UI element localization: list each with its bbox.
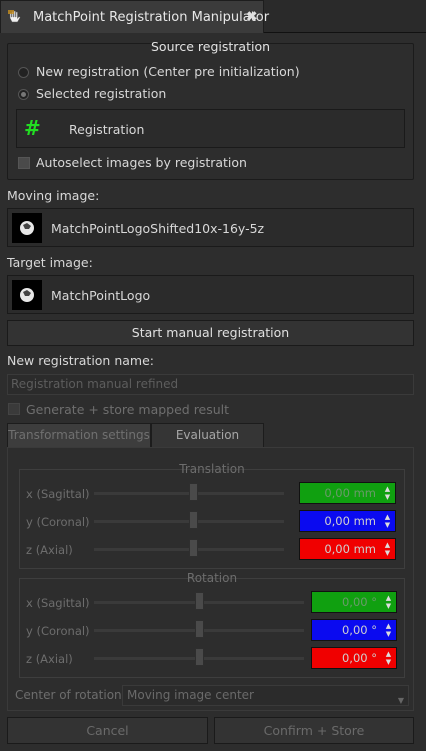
- center-of-rotation-label: Center of rotation:: [15, 688, 126, 702]
- spin-arrows-icon[interactable]: ▲ ▼: [384, 650, 393, 666]
- translation-x-slider[interactable]: [189, 483, 198, 501]
- transformation-panel: Translation x (Sagittal) 0,00 mm ▲ ▼ y (C…: [7, 447, 414, 711]
- rotation-z-spinbox[interactable]: 0,00 ° ▲ ▼: [311, 647, 397, 669]
- tab-transformation-settings[interactable]: Transformation settings: [7, 423, 151, 448]
- translation-y-value: 0,00 mm: [324, 514, 376, 528]
- window-tab[interactable]: MatchPoint Registration Manipulator ✖: [0, 0, 269, 33]
- translation-title: Translation: [179, 462, 245, 476]
- moving-image-name: MatchPointLogoShifted10x-16y-5z: [51, 221, 265, 236]
- target-image-name: MatchPointLogo: [51, 288, 151, 303]
- rotation-x-spinbox[interactable]: 0,00 ° ▲ ▼: [311, 591, 397, 613]
- confirm-store-button[interactable]: Confirm + Store: [214, 717, 414, 744]
- translation-x-label: x (Sagittal): [26, 487, 90, 501]
- target-image-thumbnail: [12, 280, 42, 310]
- title-bar: MatchPoint Registration Manipulator ✖: [0, 0, 426, 33]
- start-manual-registration-button[interactable]: Start manual registration: [7, 320, 414, 346]
- center-of-rotation-combo[interactable]: Moving image center ▼: [122, 685, 409, 706]
- translation-x-value: 0,00 mm: [324, 486, 376, 500]
- translation-y-label: y (Coronal): [26, 515, 90, 529]
- spin-arrows-icon[interactable]: ▲ ▼: [384, 594, 393, 610]
- translation-y-spinbox[interactable]: 0,00 mm ▲ ▼: [299, 510, 396, 532]
- spin-arrows-icon[interactable]: ▲ ▼: [384, 622, 393, 638]
- close-icon[interactable]: ✖: [246, 9, 258, 25]
- translation-z-value: 0,00 mm: [324, 542, 376, 556]
- moving-image-thumbnail: [12, 213, 42, 243]
- cancel-button[interactable]: Cancel: [7, 717, 208, 744]
- registration-hash-icon: #: [24, 116, 41, 140]
- translation-z-slider[interactable]: [189, 539, 198, 557]
- rotation-x-slider[interactable]: [195, 592, 204, 610]
- rotation-group: Rotation x (Sagittal) 0,00 ° ▲ ▼ y (Coron…: [19, 571, 405, 678]
- rotation-y-label: y (Coronal): [26, 624, 90, 638]
- window-title: MatchPoint Registration Manipulator: [33, 10, 270, 25]
- translation-group: Translation x (Sagittal) 0,00 mm ▲ ▼ y (C…: [19, 462, 405, 569]
- logo-icon: [20, 288, 34, 302]
- translation-z-spinbox[interactable]: 0,00 mm ▲ ▼: [299, 538, 396, 560]
- moving-image-label: Moving image:: [7, 188, 100, 203]
- translation-y-slider[interactable]: [189, 511, 198, 529]
- moving-image-selector[interactable]: MatchPointLogoShifted10x-16y-5z: [7, 208, 414, 247]
- generate-result-checkbox[interactable]: [8, 403, 20, 415]
- spin-arrows-icon[interactable]: ▲ ▼: [383, 485, 392, 501]
- rotation-y-value: 0,00 °: [341, 623, 377, 637]
- translation-z-label: z (Axial): [26, 543, 73, 557]
- autoselect-checkbox[interactable]: [18, 157, 30, 169]
- rotation-y-slider[interactable]: [195, 620, 204, 638]
- source-registration-group: Source registration New registration (Ce…: [7, 39, 414, 180]
- registration-name-input[interactable]: Registration manual refined: [7, 374, 414, 395]
- rotation-z-label: z (Axial): [26, 652, 73, 666]
- translation-x-spinbox[interactable]: 0,00 mm ▲ ▼: [299, 482, 396, 504]
- new-registration-radio[interactable]: [18, 67, 29, 78]
- autoselect-label[interactable]: Autoselect images by registration: [36, 155, 247, 170]
- new-registration-label[interactable]: New registration (Center pre initializat…: [36, 64, 300, 79]
- matchpoint-hand-icon: [8, 10, 21, 23]
- rotation-title: Rotation: [186, 571, 238, 585]
- target-image-selector[interactable]: MatchPointLogo: [7, 275, 414, 314]
- selected-registration-radio[interactable]: [18, 89, 29, 100]
- tab-evaluation-settings[interactable]: Evaluation settings: [151, 423, 264, 465]
- center-of-rotation-value: Moving image center: [127, 688, 254, 702]
- registration-name: Registration: [69, 122, 145, 137]
- rotation-y-spinbox[interactable]: 0,00 ° ▲ ▼: [311, 619, 397, 641]
- source-registration-title: Source registration: [150, 39, 271, 54]
- target-image-label: Target image:: [7, 255, 93, 270]
- generate-result-label[interactable]: Generate + store mapped result: [26, 402, 229, 417]
- registration-selector[interactable]: # Registration: [16, 109, 405, 148]
- rotation-z-slider[interactable]: [195, 648, 204, 666]
- rotation-z-value: 0,00 °: [341, 651, 377, 665]
- new-registration-name-label: New registration name:: [7, 353, 154, 368]
- chevron-down-icon[interactable]: ▼: [398, 691, 404, 710]
- spin-arrows-icon[interactable]: ▲ ▼: [383, 513, 392, 529]
- logo-icon: [20, 221, 34, 235]
- rotation-x-value: 0,00 °: [341, 595, 377, 609]
- rotation-x-label: x (Sagittal): [26, 596, 90, 610]
- selected-registration-label[interactable]: Selected registration: [36, 86, 166, 101]
- spin-arrows-icon[interactable]: ▲ ▼: [383, 541, 392, 557]
